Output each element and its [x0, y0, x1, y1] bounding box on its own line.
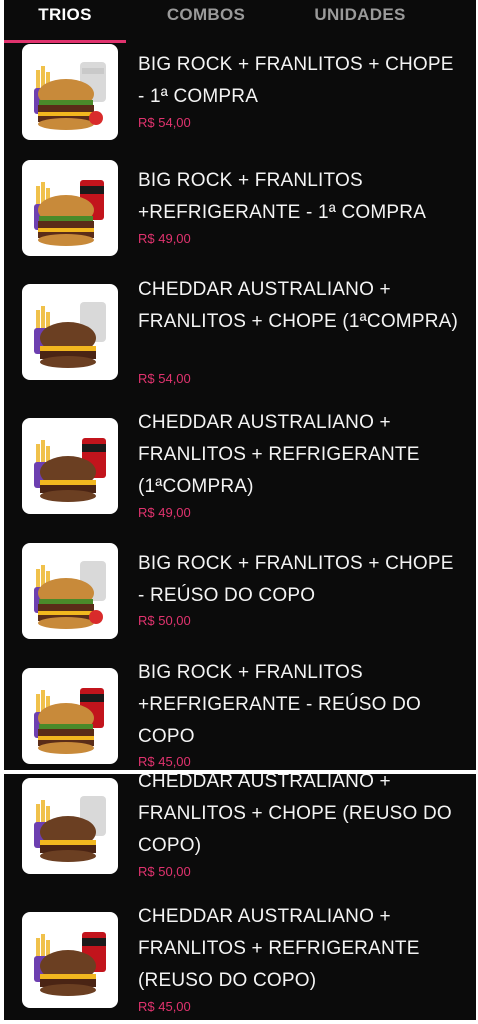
active-tab-indicator [4, 40, 126, 43]
product-price: R$ 54,00 [138, 115, 191, 130]
product-title: BIG ROCK + FRANLITOS + CHOPE - 1ª COMPRA [138, 54, 454, 107]
product-title: BIG ROCK + FRANLITOS + CHOPE - REÚSO DO … [138, 553, 454, 606]
dark-bun-burger-fries-soda-can-image [22, 418, 118, 514]
burger-fries-soda-can-image [22, 668, 118, 764]
product-price: R$ 45,00 [138, 999, 191, 1014]
tab-trios[interactable]: TRIOS [4, 4, 126, 26]
product-title: BIG ROCK + FRANLITOS +REFRIGERANTE - 1ª … [138, 170, 427, 223]
product-list-panel-continued: CHEDDAR AUSTRALIANO + FRANLITOS + CHOPE … [4, 774, 476, 1020]
screen: TRIOS COMBOS UNIDADES BIG ROCK + FRANLIT… [0, 0, 478, 1024]
product-list-panel: TRIOS COMBOS UNIDADES BIG ROCK + FRANLIT… [4, 0, 476, 770]
product-price: R$ 50,00 [138, 613, 191, 628]
product-title: BIG ROCK + FRANLITOS +REFRIGERANTE - REÚ… [138, 662, 421, 747]
tab-combos[interactable]: COMBOS [146, 4, 266, 26]
product-price: R$ 49,00 [138, 505, 191, 520]
product-title: CHEDDAR AUSTRALIANO + FRANLITOS + CHOPE … [138, 279, 459, 332]
category-tabs: TRIOS COMBOS UNIDADES [4, 0, 476, 44]
product-price: R$ 50,00 [138, 864, 191, 879]
product-price: R$ 54,00 [138, 371, 191, 386]
product-price: R$ 45,00 [138, 754, 191, 769]
burger-fries-beer-cup-image [22, 44, 118, 140]
tab-unidades[interactable]: UNIDADES [300, 4, 420, 26]
dark-bun-burger-fries-beer-cup-image [22, 778, 118, 874]
product-title: CHEDDAR AUSTRALIANO + FRANLITOS + CHOPE … [138, 774, 452, 856]
burger-fries-soda-can-image [22, 160, 118, 256]
product-title: CHEDDAR AUSTRALIANO + FRANLITOS + REFRIG… [138, 412, 420, 497]
burger-fries-beer-cup-image [22, 543, 118, 639]
dark-bun-burger-fries-soda-can-image [22, 912, 118, 1008]
product-title: CHEDDAR AUSTRALIANO + FRANLITOS + REFRIG… [138, 906, 420, 991]
product-price: R$ 49,00 [138, 231, 191, 246]
dark-bun-burger-fries-beer-cup-image [22, 284, 118, 380]
